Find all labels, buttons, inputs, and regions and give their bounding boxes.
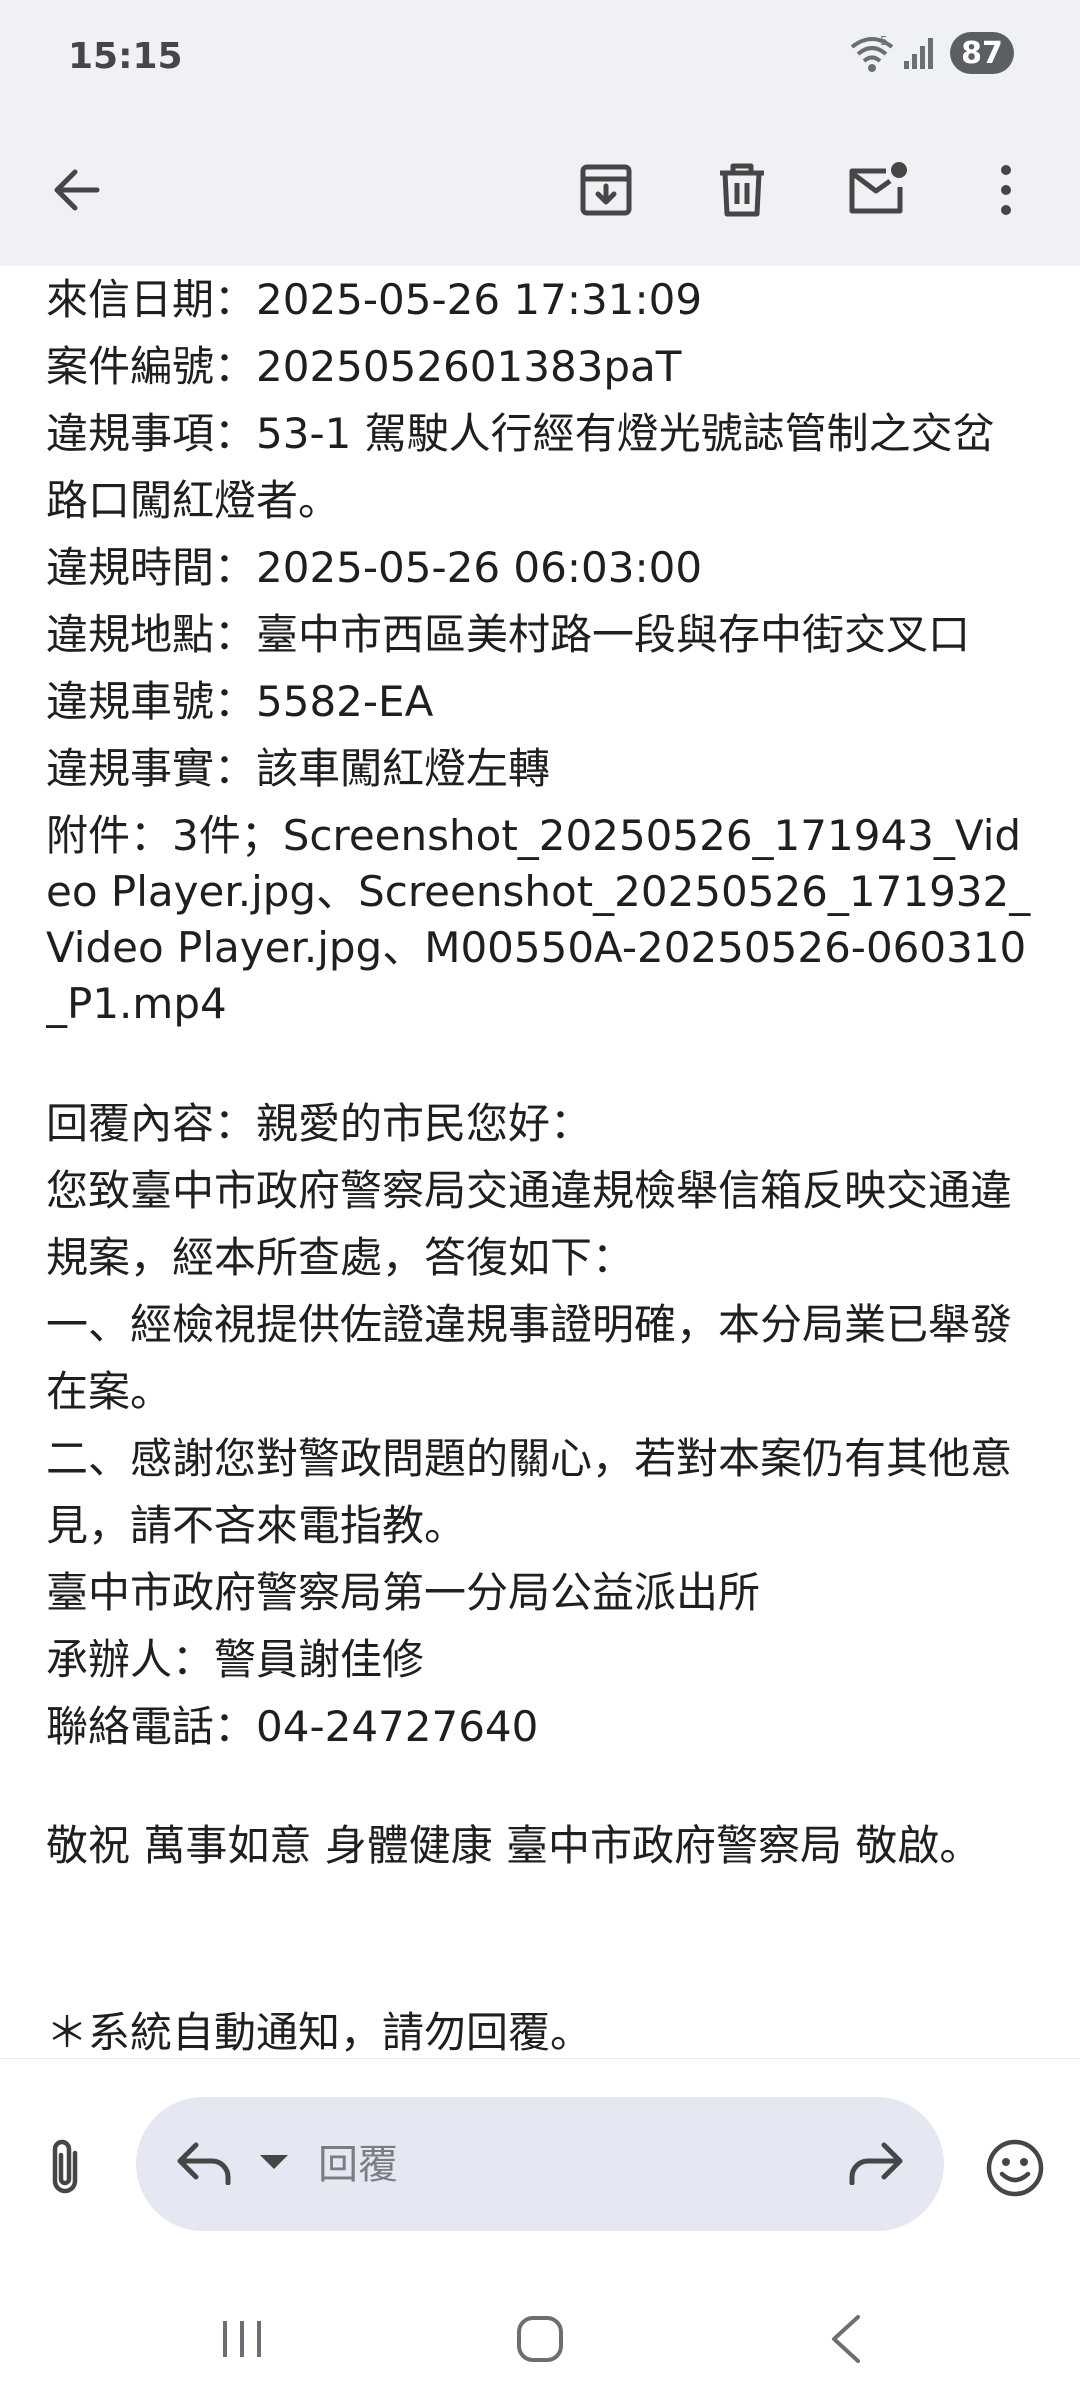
reply-line-point-one: 一、經檢視提供佐證違規事證明確，本分局業已舉發在案。: [46, 1300, 1013, 1416]
email-line-violation-fact: 違規事實：該車闖紅燈左轉: [46, 744, 551, 793]
mark-unread-icon[interactable]: [830, 142, 926, 238]
signal-icon: [902, 35, 936, 71]
status-bar: 15:15 5 87: [0, 0, 1080, 118]
attach-icon[interactable]: [28, 2131, 102, 2205]
dropdown-icon[interactable]: [250, 2139, 298, 2187]
email-line-attachments: 附件：3件；Screenshot_20250526_171943_Video P…: [46, 811, 1031, 1028]
reply-pill[interactable]: [136, 2097, 944, 2231]
email-closing: 敬祝 萬事如意 身體健康 臺中市政府警察局 敬啟。: [46, 1821, 982, 1870]
back-icon[interactable]: [806, 2299, 886, 2379]
email-line-plate-number: 違規車號：5582-EA: [46, 677, 434, 726]
wifi-5-icon: 5: [850, 33, 894, 73]
status-icons: 5 87: [850, 32, 1014, 74]
reply-line-station: 臺中市政府警察局第一分局公益派出所: [46, 1568, 761, 1617]
system-nav-bar: [0, 2265, 1080, 2401]
email-line-violation-item: 違規事項：53-1 駕駛人行經有燈光號誌管制之交岔路口闖紅燈者。: [46, 409, 995, 525]
email-footer-note: ＊系統自動通知，請勿回覆。: [46, 2008, 593, 2057]
email-line-violation-time: 違規時間：2025-05-26 06:03:00: [46, 543, 703, 592]
reply-icon[interactable]: [172, 2131, 236, 2195]
home-icon[interactable]: [500, 2299, 580, 2379]
forward-icon[interactable]: [844, 2131, 908, 2195]
email-body: 來信日期：2025-05-26 17:31:09 案件編號：2025052601…: [46, 266, 1036, 2058]
recents-icon[interactable]: [202, 2299, 282, 2379]
back-arrow-icon[interactable]: [28, 142, 124, 238]
app-header: 15:15 5 87: [0, 0, 1080, 266]
email-line-case-number: 案件編號：2025052601383paT: [46, 342, 682, 391]
battery-icon: 87: [950, 32, 1014, 74]
delete-icon[interactable]: [694, 142, 790, 238]
toolbar: [0, 118, 1080, 266]
svg-text:5: 5: [880, 34, 888, 48]
email-line-violation-location: 違規地點：臺中市西區美村路一段與存中街交叉口: [46, 610, 971, 659]
reply-line-intro: 您致臺中市政府警察局交通違規檢舉信箱反映交通違規案，經本所查處，答復如下：: [46, 1166, 1013, 1282]
emoji-icon[interactable]: [978, 2131, 1052, 2205]
archive-icon[interactable]: [558, 142, 654, 238]
reply-line-point-two: 二、感謝您對警政問題的關心，若對本案仍有其他意見，請不吝來電指教。: [46, 1434, 1013, 1550]
reply-input[interactable]: [316, 2125, 790, 2205]
reply-line-phone: 聯絡電話：04-24727640: [46, 1702, 539, 1751]
reply-bar: [0, 2058, 1080, 2401]
status-time: 15:15: [68, 36, 183, 77]
reply-line-greeting: 回覆內容：親愛的市民您好：: [46, 1099, 593, 1148]
more-vert-icon[interactable]: [958, 142, 1054, 238]
email-line-date: 來信日期：2025-05-26 17:31:09: [46, 275, 703, 324]
reply-line-officer: 承辦人：警員謝佳修: [46, 1635, 425, 1684]
